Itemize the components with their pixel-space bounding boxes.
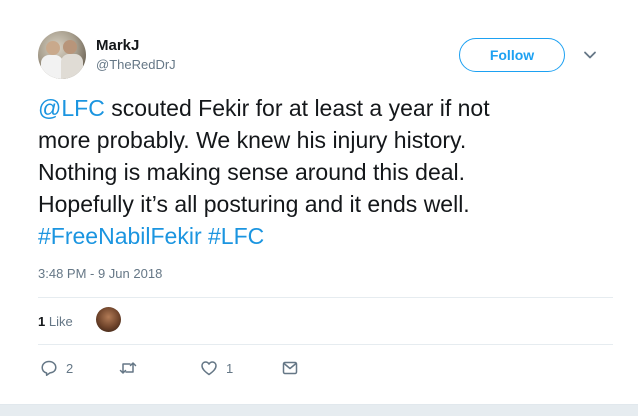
user-handle[interactable]: @TheRedDrJ [96, 57, 176, 72]
likes-count: 1 [38, 314, 46, 329]
tweet-text-line: @LFC scouted Fekir for at least a year i… [38, 92, 618, 124]
tweet-text: @LFC scouted Fekir for at least a year i… [38, 92, 618, 252]
follow-button[interactable]: Follow [459, 38, 565, 72]
tweet-text-line: more probably. We knew his injury histor… [38, 124, 618, 156]
tweet-text-segment: scouted Fekir for at least a year if not [104, 95, 490, 121]
divider [38, 344, 613, 345]
tweet-text-segment: Nothing is making sense around this deal… [38, 159, 466, 185]
likes-label: Like [48, 314, 73, 329]
retweet-button[interactable] [119, 358, 145, 378]
like-count: 1 [226, 360, 234, 376]
reply-button[interactable]: 2 [40, 358, 73, 378]
envelope-icon [282, 361, 298, 375]
heart-icon [201, 361, 217, 376]
user-name[interactable]: MarkJ [96, 37, 139, 54]
likes-summary[interactable]: 1 Like [38, 314, 73, 329]
tweet-text-line: #FreeNabilFekir #LFC [38, 220, 618, 252]
tweet-text-line: Nothing is making sense around this deal… [38, 156, 618, 188]
like-button[interactable]: 1 [200, 358, 233, 378]
divider [38, 297, 613, 298]
mention-link[interactable]: @LFC [38, 95, 105, 121]
retweet-icon [119, 362, 137, 374]
tweet-text-line: Hopefully it’s all posturing and it ends… [38, 188, 618, 220]
liker-avatar[interactable] [96, 307, 121, 332]
hashtag-link[interactable]: #FreeNabilFekir [38, 223, 202, 249]
reply-count: 2 [66, 360, 74, 376]
tweet-text-segment: more probably. We knew his injury histor… [38, 127, 467, 153]
page-footer-strip [0, 404, 638, 416]
direct-message-button[interactable] [281, 358, 299, 378]
tweet-timestamp[interactable]: 3:48 PM - 9 Jun 2018 [38, 266, 162, 281]
hashtag-link[interactable]: #LFC [208, 223, 264, 249]
reply-icon [41, 360, 57, 376]
user-avatar[interactable] [38, 31, 86, 79]
chevron-down-icon[interactable] [581, 46, 599, 64]
tweet-text-segment: Hopefully it’s all posturing and it ends… [38, 191, 470, 217]
tweet-card: MarkJ @TheRedDrJ Follow @LFC scouted Fek… [0, 0, 638, 404]
